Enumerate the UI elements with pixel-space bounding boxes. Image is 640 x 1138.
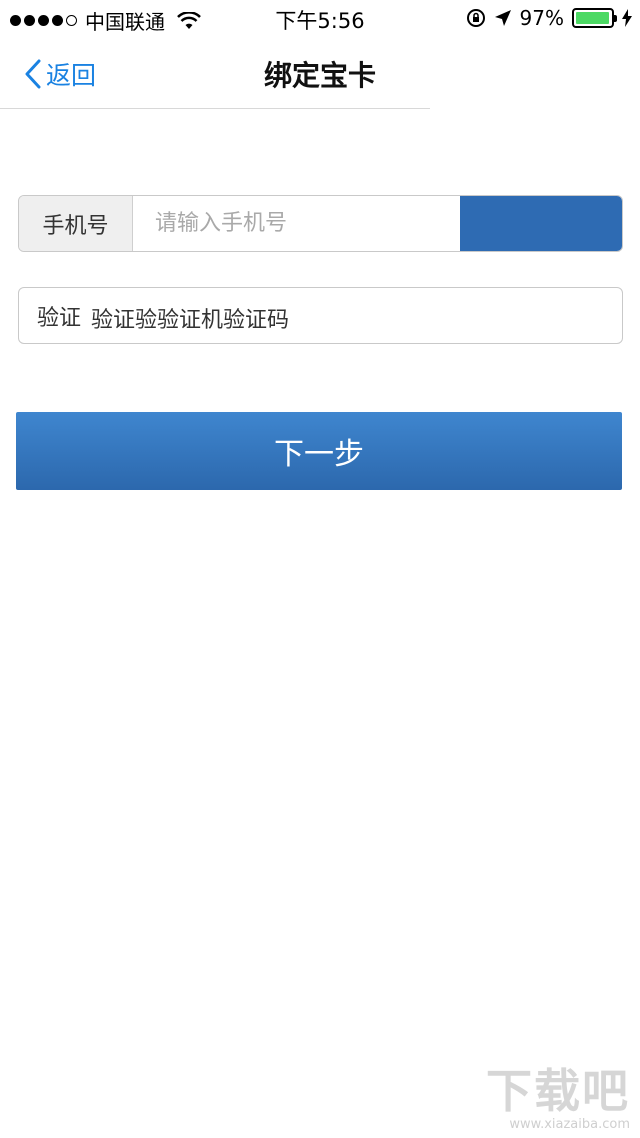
nav-divider (0, 108, 430, 109)
code-input-text: 验证验验证机验证码 (91, 308, 290, 333)
code-row[interactable]: 验证 验证验验证机验证码 (18, 287, 623, 344)
rotation-lock-icon (466, 9, 485, 27)
battery-icon (572, 8, 617, 28)
watermark-logo-text: 下载吧 (486, 1064, 630, 1118)
phone-input[interactable] (133, 196, 473, 251)
battery-percent: 97% (519, 6, 564, 30)
nav-bar: 返回 绑定宝卡 (0, 36, 640, 109)
status-right: 97% (466, 6, 632, 30)
phone-row: 手机号 (18, 195, 623, 252)
status-bar: 中国联通 下午5:56 97% (0, 0, 640, 36)
page-title: 绑定宝卡 (263, 59, 376, 92)
watermark-logo: 下载吧 www.xiazaiba.com (486, 1055, 630, 1132)
battery-fill (576, 12, 609, 24)
phone-label: 手机号 (19, 196, 133, 251)
get-code-button[interactable] (460, 196, 622, 251)
charging-bolt-icon (622, 9, 632, 27)
location-arrow-icon (494, 10, 511, 26)
next-step-button[interactable]: 下一步 (16, 412, 622, 490)
code-label: 验证 (37, 305, 82, 331)
